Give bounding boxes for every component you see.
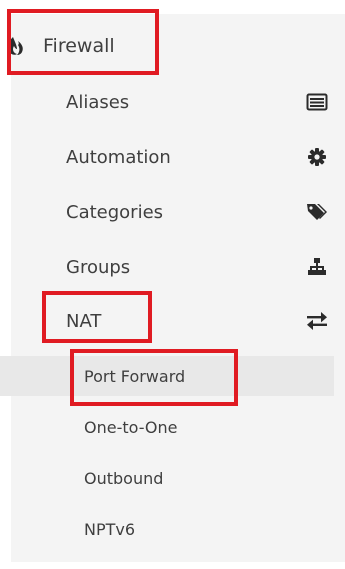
tags-icon	[306, 201, 328, 223]
sidebar-item-aliases[interactable]: Aliases	[0, 82, 334, 122]
exchange-icon	[306, 310, 328, 332]
sidebar-item-nptv6[interactable]: NPTv6	[0, 509, 334, 549]
highlight-box-nat	[42, 291, 152, 343]
sidebar-item-groups-label: Groups	[66, 256, 131, 278]
highlight-box-port-forward	[70, 349, 238, 406]
sidebar-item-one-to-one-label: One-to-One	[84, 417, 178, 437]
sitemap-icon	[306, 256, 328, 278]
sidebar-item-outbound-label: Outbound	[84, 468, 164, 488]
sidebar-item-one-to-one[interactable]: One-to-One	[0, 407, 334, 447]
highlight-box-firewall	[7, 9, 159, 75]
gear-icon	[306, 146, 328, 168]
sidebar-item-categories[interactable]: Categories	[0, 192, 334, 232]
sidebar-item-categories-label: Categories	[66, 201, 164, 223]
sidebar-item-automation-label: Automation	[66, 146, 171, 168]
sidebar-item-nptv6-label: NPTv6	[84, 519, 136, 539]
sidebar-item-aliases-label: Aliases	[66, 91, 130, 113]
list-icon	[306, 91, 328, 113]
sidebar-item-outbound[interactable]: Outbound	[0, 458, 334, 498]
sidebar-item-groups[interactable]: Groups	[0, 247, 334, 287]
sidebar-item-automation[interactable]: Automation	[0, 137, 334, 177]
